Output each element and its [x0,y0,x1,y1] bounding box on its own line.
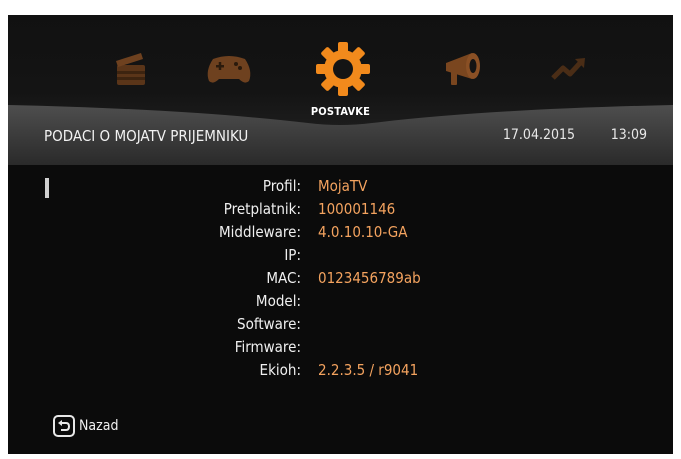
info-label: Model: [255,292,301,310]
info-label: Middleware: [219,223,301,241]
info-label: MAC: [266,269,301,287]
info-row-software: Software: [8,315,673,338]
info-label: IP: [284,246,301,264]
info-value: 0123456789ab [318,269,421,287]
clapperboard-icon [116,53,145,85]
info-row-mac: MAC: 0123456789ab [8,269,673,292]
info-row-profil: Profil: MojaTV [8,177,673,200]
info-row-pretplatnik: Pretplatnik: 100001146 [8,200,673,223]
active-menu-label: POSTAVKE [310,105,371,118]
gamepad-icon [207,56,251,83]
megaphone-icon [446,53,480,85]
page-title: PODACI O MOJATV PRIJEMNIKU [44,127,249,145]
back-label: Nazad [79,418,119,434]
info-row-ip: IP: [8,246,673,269]
info-label: Ekioh: [259,361,301,379]
info-value: MojaTV [318,177,368,195]
info-row-ekioh: Ekioh: 2.2.3.5 / r9041 [8,361,673,384]
info-value: 4.0.10.10-GA [318,223,408,241]
menu-item-settings[interactable] [313,39,373,99]
header-time: 13:09 [610,127,647,143]
info-row-middleware: Middleware: 4.0.10.10-GA [8,223,673,246]
header-date: 17.04.2015 [502,127,575,143]
back-button[interactable]: Nazad [53,415,118,437]
info-label: Profil: [262,177,301,195]
trend-arrow-icon [551,58,585,80]
info-value: 100001146 [318,200,396,218]
gear-icon [316,42,370,96]
info-label: Firmware: [234,338,301,356]
info-value: 2.2.3.5 / r9041 [318,361,419,379]
info-row-firmware: Firmware: [8,338,673,361]
info-label: Software: [237,315,301,333]
info-row-model: Model: [8,292,673,315]
tv-screen: POSTAVKE PODACI O MOJATV PRIJEMNIKU 17.0… [8,15,673,454]
menu-item-games[interactable] [201,45,257,93]
receiver-info-panel: Profil: MojaTV Pretplatnik: 100001146 Mi… [8,165,673,410]
menu-item-video[interactable] [103,45,159,93]
menu-item-stats[interactable] [541,45,597,93]
info-label: Pretplatnik: [223,200,301,218]
back-arrow-icon [53,415,75,437]
menu-item-announcements[interactable] [436,45,492,93]
